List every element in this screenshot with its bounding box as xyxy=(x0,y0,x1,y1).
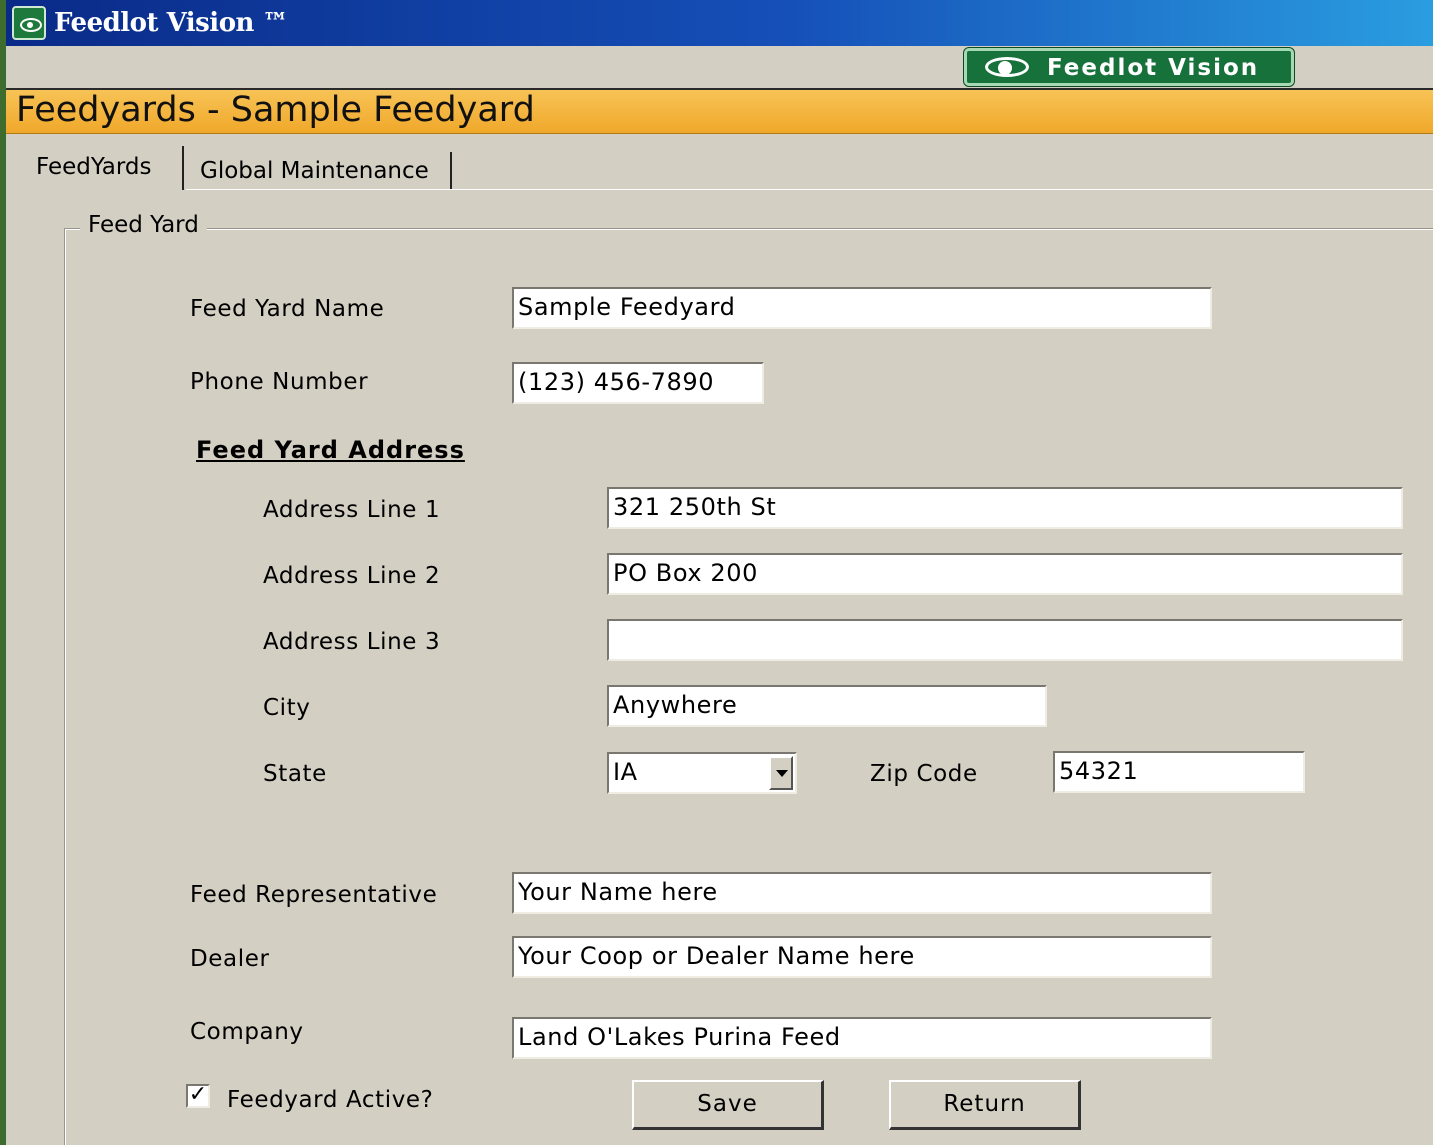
window-title: Feedlot Vision ™ xyxy=(54,8,289,38)
zip-code-label: Zip Code xyxy=(870,761,978,787)
company-input[interactable]: Land O'Lakes Purina Feed xyxy=(512,1017,1212,1059)
feed-representative-label: Feed Representative xyxy=(190,882,438,908)
feedyard-active-label: Feedyard Active? xyxy=(227,1087,434,1113)
save-button[interactable]: Save xyxy=(632,1080,824,1130)
state-dropdown-button[interactable] xyxy=(769,756,793,790)
state-label: State xyxy=(263,761,327,787)
logo-text: Feedlot Vision xyxy=(1047,55,1260,81)
tab-feedyards[interactable]: FeedYards xyxy=(22,146,184,190)
dealer-label: Dealer xyxy=(190,946,270,972)
phone-number-input[interactable]: (123) 456-7890 xyxy=(512,362,764,404)
page-title: Feedyards - Sample Feedyard xyxy=(16,90,535,130)
feed-yard-name-input[interactable]: Sample Feedyard xyxy=(512,287,1212,329)
address-line-3-input[interactable] xyxy=(607,619,1403,661)
address-line-1-input[interactable]: 321 250th St xyxy=(607,487,1403,529)
app-window: Feedlot Vision ™ Feedlot Vision Feedyard… xyxy=(6,0,1433,1145)
groupbox-legend: Feed Yard xyxy=(80,212,207,238)
return-button[interactable]: Return xyxy=(889,1080,1081,1130)
city-input[interactable]: Anywhere xyxy=(607,685,1047,727)
feed-yard-name-label: Feed Yard Name xyxy=(190,296,385,322)
company-label: Company xyxy=(190,1019,304,1045)
page-header: Feedyards - Sample Feedyard xyxy=(6,88,1433,134)
city-label: City xyxy=(263,695,311,721)
state-selected-value: IA xyxy=(613,758,638,786)
feedlot-vision-logo: Feedlot Vision xyxy=(964,48,1294,86)
feed-representative-input[interactable]: Your Name here xyxy=(512,872,1212,914)
chevron-down-icon xyxy=(776,770,788,777)
app-eye-icon[interactable] xyxy=(12,6,46,40)
address-line-2-input[interactable]: PO Box 200 xyxy=(607,553,1403,595)
feedyard-active-checkbox[interactable]: ✓ xyxy=(186,1084,210,1108)
tab-divider xyxy=(186,189,1433,190)
state-select[interactable]: IA xyxy=(607,752,797,794)
address-line-3-label: Address Line 3 xyxy=(263,629,441,655)
address-line-2-label: Address Line 2 xyxy=(263,563,441,589)
address-line-1-label: Address Line 1 xyxy=(263,497,441,523)
logo-pupil-icon xyxy=(998,61,1012,75)
address-section-heading: Feed Yard Address xyxy=(196,436,465,464)
zip-code-input[interactable]: 54321 xyxy=(1053,751,1305,793)
dealer-input[interactable]: Your Coop or Dealer Name here xyxy=(512,936,1212,978)
title-bar: Feedlot Vision ™ xyxy=(6,0,1433,46)
tab-global-maintenance[interactable]: Global Maintenance xyxy=(186,152,452,190)
phone-number-label: Phone Number xyxy=(190,369,369,395)
